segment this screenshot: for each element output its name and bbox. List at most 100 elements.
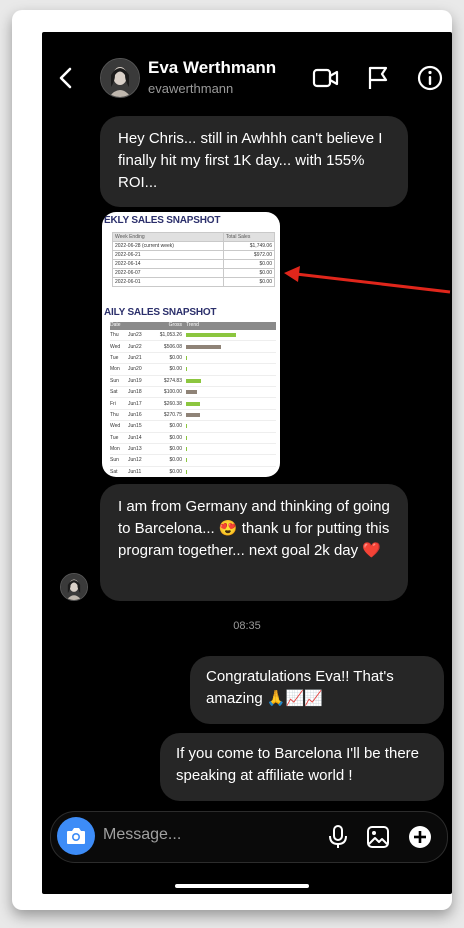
camera-button[interactable] — [57, 817, 95, 855]
daily-day: Wed — [110, 423, 121, 430]
video-call-icon[interactable] — [312, 64, 340, 92]
home-indicator — [175, 884, 309, 888]
daily-row: Mon Jun13 $0.00 — [110, 444, 276, 456]
daily-gross: $0.00 — [169, 354, 182, 361]
daily-row: Wed Jun15 $0.00 — [110, 421, 276, 433]
daily-date: Jun20 — [128, 366, 142, 373]
daily-trend-bar — [186, 378, 201, 383]
daily-day: Mon — [110, 366, 120, 373]
daily-date: Jun12 — [128, 457, 142, 464]
daily-row: Sat Jun18 $100.00 — [110, 387, 276, 399]
daily-trend-bar — [186, 424, 187, 429]
daily-gross: $260.38 — [163, 400, 182, 407]
daily-table-header: Date Gross Trend — [110, 322, 276, 330]
camera-icon — [67, 828, 85, 844]
daily-trend-bar — [186, 344, 221, 349]
daily-date: Jun21 — [128, 354, 142, 361]
week-cell: 2022-06-21 — [112, 250, 224, 260]
week-cell: 2022-06-28 — [115, 243, 141, 249]
daily-day: Wed — [110, 343, 121, 350]
daily-row: Fri Jun17 $260.38 — [110, 398, 276, 410]
daily-gross: $0.00 — [169, 446, 182, 453]
weekly-sales-table: Week Ending Total Sales 2022-06-28 (curr… — [112, 232, 276, 287]
daily-day: Thu — [110, 332, 119, 339]
daily-gross: $0.00 — [169, 423, 182, 430]
daily-day: Mon — [110, 446, 120, 453]
daily-trend-bar — [186, 447, 187, 452]
daily-day: Fri — [110, 400, 116, 407]
daily-trend-bar — [186, 458, 187, 463]
daily-trend-bar — [186, 390, 197, 395]
week-total: $1,749.06 — [222, 241, 276, 251]
phone-frame: Eva Werthmann evawerthmann Hey Chris... … — [12, 10, 452, 910]
info-icon[interactable] — [416, 64, 444, 92]
daily-date: Jun17 — [128, 400, 142, 407]
daily-trend-bar — [186, 401, 200, 406]
week-cell: 2022-06-14 — [112, 259, 224, 269]
daily-day: Sat — [110, 389, 118, 396]
daily-row: Sun Jun12 $0.00 — [110, 455, 276, 467]
week-cell: 2022-06-01 — [112, 277, 224, 287]
daily-row: Thu Jun16 $270.75 — [110, 410, 276, 422]
message-input[interactable]: Message... — [103, 826, 181, 844]
gallery-icon[interactable] — [365, 824, 391, 850]
outgoing-message-1: Congratulations Eva!! That's amazing 🙏📈📈 — [190, 656, 444, 724]
sales-snapshot-image[interactable]: EKLY SALES SNAPSHOT Week Ending Total Sa… — [102, 212, 280, 477]
add-icon[interactable] — [407, 824, 433, 850]
daily-day: Tue — [110, 354, 119, 361]
daily-gross: $0.00 — [169, 457, 182, 464]
daily-trend-bar — [186, 435, 187, 440]
chat-screen: Eva Werthmann evawerthmann Hey Chris... … — [42, 32, 452, 894]
daily-trend-bar — [186, 367, 187, 372]
chat-header: Eva Werthmann evawerthmann — [42, 50, 452, 110]
daily-day: Sun — [110, 377, 119, 384]
microphone-icon[interactable] — [325, 824, 351, 850]
outgoing-message-2: If you come to Barcelona I'll be there s… — [160, 733, 444, 801]
week-note: (current week) — [141, 243, 174, 249]
daily-trend-bar — [186, 469, 187, 474]
daily-trend-bar — [186, 355, 187, 360]
daily-gross: $506.08 — [163, 343, 182, 350]
daily-gross: $100.00 — [163, 389, 182, 396]
message-composer: Message... — [50, 811, 448, 863]
daily-gross: $270.75 — [163, 411, 182, 418]
contact-name[interactable]: Eva Werthmann — [148, 58, 276, 78]
flag-icon[interactable] — [364, 64, 392, 92]
daily-day: Tue — [110, 434, 119, 441]
daily-date: Jun19 — [128, 377, 142, 384]
week-total: $0.00 — [222, 259, 276, 269]
daily-day: Thu — [110, 411, 119, 418]
incoming-message-1: Hey Chris... still in Awhhh can't believ… — [100, 116, 408, 207]
daily-date: Jun16 — [128, 411, 142, 418]
daily-date: Jun18 — [128, 389, 142, 396]
daily-day: Sun — [110, 457, 119, 464]
sender-avatar[interactable] — [60, 573, 88, 601]
daily-header-date: Date — [110, 322, 121, 328]
daily-trend-bar — [186, 333, 236, 338]
weekly-header-week: Week Ending — [112, 232, 224, 242]
daily-trend-bar — [186, 412, 200, 417]
daily-gross: $0.00 — [169, 434, 182, 441]
daily-row: Sat Jun11 $0.00 — [110, 467, 276, 477]
daily-row: Sun Jun19 $274.83 — [110, 376, 276, 387]
week-total: $0.00 — [222, 277, 276, 287]
daily-gross: $1,053.26 — [159, 332, 182, 339]
daily-gross: $274.83 — [163, 377, 182, 384]
daily-date: Jun13 — [128, 446, 142, 453]
message-timestamp: 08:35 — [233, 620, 261, 632]
daily-gross: $0.00 — [169, 468, 182, 475]
daily-snapshot-title: AILY SALES SNAPSHOT — [104, 307, 217, 318]
weekly-snapshot-title: EKLY SALES SNAPSHOT — [104, 215, 221, 226]
avatar[interactable] — [100, 58, 140, 98]
daily-date: Jun14 — [128, 434, 142, 441]
weekly-header-total: Total Sales — [222, 232, 276, 242]
daily-row: Tue Jun21 $0.00 — [110, 353, 276, 365]
back-arrow-icon[interactable] — [54, 64, 78, 92]
daily-row: Mon Jun20 $0.00 — [110, 364, 276, 376]
daily-row: Tue Jun14 $0.00 — [110, 433, 276, 444]
daily-date: Jun23 — [128, 332, 142, 339]
week-cell: 2022-06-07 — [112, 268, 224, 278]
daily-date: Jun11 — [128, 468, 142, 475]
daily-row: Wed Jun22 $506.08 — [110, 341, 276, 353]
incoming-message-2: I am from Germany and thinking of going … — [100, 484, 408, 601]
